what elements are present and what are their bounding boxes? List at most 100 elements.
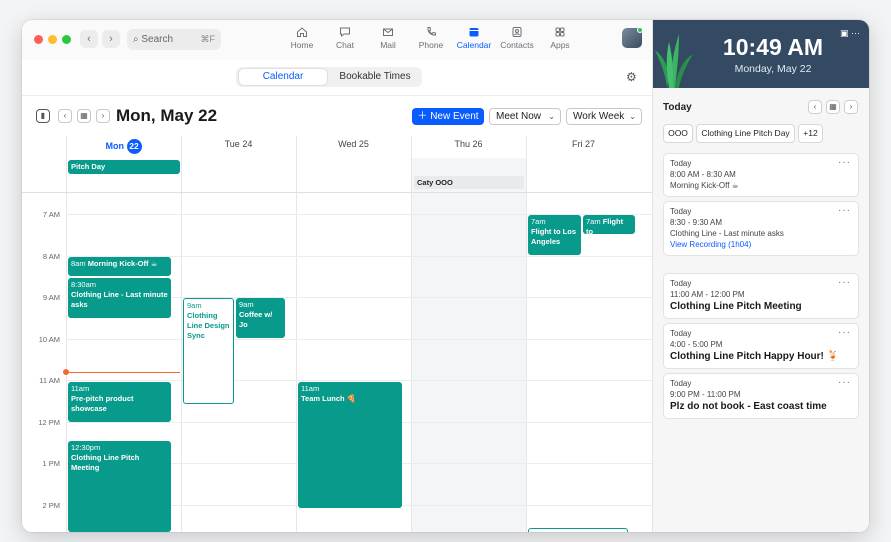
search-icon: ⌕ (133, 34, 139, 45)
presence-status-icon (637, 27, 643, 33)
minimize-window-button[interactable] (48, 35, 57, 44)
agenda-card-pitch-meeting[interactable]: Today 11:00 AM - 12:00 PM Clothing Line … (663, 273, 859, 319)
event-clothing-last-minute[interactable]: 8:30am Clothing Line - Last minute asks (68, 278, 171, 318)
allday-event-pitch-day[interactable]: Pitch Day (68, 160, 180, 174)
more-options-icon[interactable]: ··· (838, 327, 851, 338)
card-title: Clothing Line Pitch Meeting (670, 301, 802, 312)
view-select[interactable]: Work Week ⌄ (566, 108, 642, 125)
back-button[interactable]: ‹ (80, 30, 98, 48)
tab-contacts-label: Contacts (500, 40, 534, 50)
forward-button[interactable]: › (102, 30, 120, 48)
event-time: 9am (239, 300, 254, 309)
day-header-wed[interactable]: Wed 25 (296, 139, 411, 149)
agenda-card-happy-hour[interactable]: Today 4:00 - 5:00 PM Clothing Line Pitch… (663, 323, 859, 369)
calendar-mode-switch: Calendar Bookable Times (236, 67, 422, 87)
search-input[interactable]: ⌕ Search ⌘F (127, 29, 221, 50)
sidebar-toggle-icon[interactable]: ▮ (36, 109, 50, 123)
chevron-down-icon: ⌄ (629, 112, 636, 121)
day-header-name: Tue (224, 139, 240, 149)
calendar-subheader: Calendar Bookable Times ⚙ (22, 60, 652, 96)
more-options-icon[interactable]: ··· (838, 277, 851, 288)
tab-mail-label: Mail (380, 40, 396, 50)
next-button[interactable]: › (96, 109, 110, 123)
today-calendar-icon[interactable]: ▦ (77, 109, 91, 123)
calendar-toolbar: ▮ ‹ ▦ › Mon, May 22 ＋ New Event Meet Now… (22, 96, 652, 136)
day-header-fri[interactable]: Fri 27 (526, 139, 641, 149)
clock-banner: 10:49 AM Monday, May 22 ▣ ··· (653, 20, 869, 88)
card-time: 8:00 AM - 8:30 AM (670, 170, 736, 179)
current-time-line (66, 372, 180, 373)
search-label: Search (141, 34, 174, 45)
event-morning-kickoff[interactable]: 8am Morning Kick-Off ☕ (68, 257, 171, 276)
card-day: Today (670, 279, 692, 288)
panel-calendar-icon[interactable]: ▦ (826, 100, 840, 114)
panel-next-button[interactable]: › (844, 100, 858, 114)
event-title: Clothing Line Design Sync (187, 311, 230, 340)
tab-calendar-label: Calendar (456, 40, 492, 50)
day-header-name: Thu (454, 139, 470, 149)
allday-divider (22, 192, 652, 193)
event-title: Team Lunch 🍕 (301, 394, 357, 403)
allday-event-caty-ooo[interactable]: Caty OOO (414, 176, 524, 189)
event-pre-pitch-showcase[interactable]: 11am Pre-pitch product showcase (68, 382, 171, 422)
zoom-window-button[interactable] (62, 35, 71, 44)
card-time: 8:30 - 9:30 AM (670, 218, 723, 227)
day-header-num: 24 (242, 139, 253, 149)
card-title: Plz do not book - East coast time (670, 401, 827, 412)
event-title: Flight to Los Angeles (531, 227, 576, 246)
time-label: 2 PM (42, 501, 60, 510)
day-header-name: Fri (571, 139, 583, 149)
tab-apps[interactable]: Apps (535, 26, 585, 50)
more-options-icon[interactable]: ··· (838, 205, 851, 216)
day-header-mon[interactable]: Mon 22 (66, 139, 181, 154)
card-time: 4:00 - 5:00 PM (670, 340, 723, 349)
view-recording-link[interactable]: View Recording (1h04) (670, 239, 852, 250)
new-event-button[interactable]: ＋ New Event (412, 108, 484, 125)
prev-button[interactable]: ‹ (58, 109, 72, 123)
mail-icon (383, 28, 393, 36)
chevron-left-icon: ‹ (63, 111, 67, 120)
day-header-num: 25 (358, 139, 369, 149)
day-header-tue[interactable]: Tue 24 (181, 139, 296, 149)
chip-ooo[interactable]: OOO (663, 124, 693, 143)
day-header-name: Wed (338, 139, 357, 149)
day-header-thu[interactable]: Thu 26 (411, 139, 526, 149)
agenda-card-do-not-book[interactable]: Today 9:00 PM - 11:00 PM Plz do not book… (663, 373, 859, 419)
today-badge: 22 (126, 139, 142, 154)
panel-prev-button[interactable]: ‹ (808, 100, 822, 114)
chip-more-count[interactable]: +12 (798, 124, 823, 143)
event-clothing-pitch-meeting[interactable]: 12:30pm Clothing Line Pitch Meeting (68, 441, 171, 532)
agenda-card-kickoff[interactable]: Today 8:00 AM - 8:30 AM Morning Kick-Off… (663, 153, 859, 197)
event-friday-afternoon[interactable] (528, 528, 628, 532)
gift-icon[interactable]: ▣ (840, 28, 849, 38)
agenda-card-clothing-last-minute[interactable]: Today 8:30 - 9:30 AM Clothing Line - Las… (663, 201, 859, 256)
chevron-down-icon: ⌄ (548, 112, 555, 121)
tab-bookable-times[interactable]: Bookable Times (331, 69, 419, 85)
grid-divider (296, 136, 297, 532)
time-label: 10 AM (38, 335, 60, 344)
event-title: Clothing Line Pitch Meeting (71, 453, 140, 472)
event-clothing-design-sync[interactable]: 9am Clothing Line Design Sync (183, 298, 234, 404)
event-team-lunch[interactable]: 11am Team Lunch 🍕 (298, 382, 402, 508)
chip-clothing-line-pitch-day[interactable]: Clothing Line Pitch Day (696, 124, 795, 143)
more-options-icon[interactable]: ··· (838, 157, 851, 168)
panel-options: ▣ ··· (840, 28, 860, 39)
meet-now-button[interactable]: Meet Now ⌄ (489, 108, 561, 125)
event-time: 12:30pm (71, 443, 101, 452)
event-time: 7am (586, 217, 601, 226)
close-window-button[interactable] (34, 35, 43, 44)
event-time: 8am (71, 259, 86, 268)
grid-divider (526, 136, 527, 532)
more-icon[interactable]: ··· (851, 28, 860, 38)
event-flight-to-la[interactable]: 7am Flight to Los Angeles (528, 215, 581, 255)
hour-line (66, 339, 652, 340)
home-icon (297, 27, 307, 37)
contacts-icon (512, 27, 522, 37)
gear-icon[interactable]: ⚙ (626, 70, 637, 84)
card-day: Today (670, 329, 692, 338)
tab-calendar-view[interactable]: Calendar (239, 69, 327, 85)
more-options-icon[interactable]: ··· (838, 377, 851, 388)
event-coffee-with-jo[interactable]: 9am Coffee w/ Jo (236, 298, 285, 338)
tab-apps-label: Apps (550, 40, 570, 50)
event-flight-to[interactable]: 7am Flight to (583, 215, 635, 234)
